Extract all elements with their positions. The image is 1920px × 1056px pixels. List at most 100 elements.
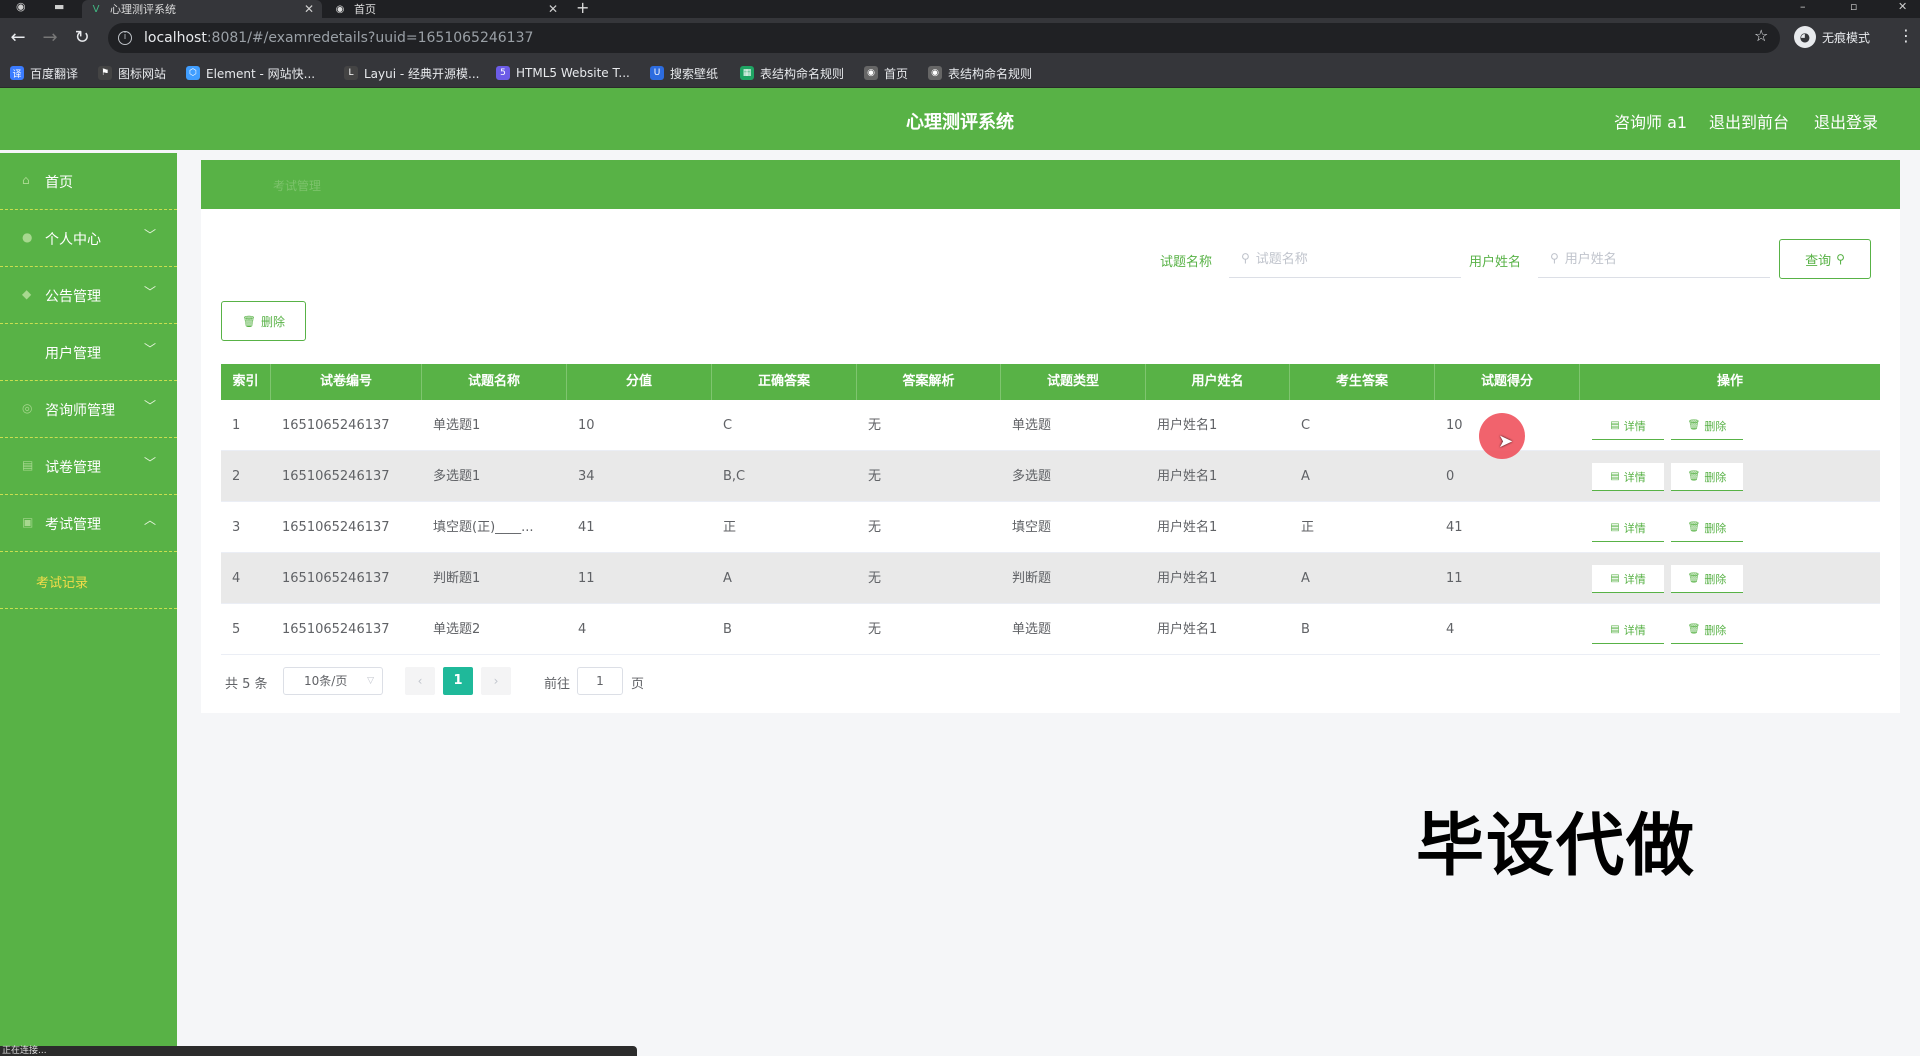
detail-button[interactable]: ▤ 详情 <box>1592 565 1664 593</box>
goto-page-input[interactable]: 1 <box>577 667 623 695</box>
row-delete-button[interactable]: 🗑︎ 删除 <box>1671 514 1743 542</box>
bookmark-item[interactable]: 译百度翻译 <box>10 64 78 82</box>
column-header: 考生答案 <box>1290 364 1435 400</box>
browser-tab-strip: ◉ ▬ V 心理测评系统 ✕ ◉ 首页 ✕ + – ▫ ✕ <box>0 0 1920 18</box>
close-icon[interactable]: ✕ <box>304 2 314 16</box>
bookmark-label: 表结构命名规则 <box>760 66 845 81</box>
user-name-placeholder: 用户姓名 <box>1564 252 1617 267</box>
goto-label: 前往 <box>544 677 571 692</box>
browser-tab-active[interactable]: V 心理测评系统 ✕ <box>82 0 322 18</box>
browser-tab-home[interactable]: ◉ 首页 ✕ <box>326 0 566 18</box>
row-delete-button[interactable]: 🗑︎ 删除 <box>1671 412 1743 440</box>
sidebar-item-label: 试卷管理 <box>45 460 101 476</box>
sidebar-item-personal[interactable]: ● 个人中心 ﹀ <box>0 210 177 267</box>
url-host: localhost <box>144 30 207 46</box>
cell-user-name: 用户姓名1 <box>1157 418 1218 433</box>
next-page-button[interactable]: › <box>481 667 511 695</box>
bookmark-star-icon[interactable]: ☆ <box>1754 26 1768 45</box>
detail-button[interactable]: ▤ 详情 <box>1592 616 1664 644</box>
chevron-down-icon: ﹀ <box>144 228 157 242</box>
question-name-input[interactable]: ⚲ 试题名称 <box>1229 238 1461 278</box>
chevron-down-icon: ▽ <box>367 676 374 686</box>
total-count: 共 5 条 <box>225 677 268 692</box>
bookmark-item[interactable]: U 搜索壁纸 <box>650 64 718 82</box>
sidebar-item-counselors[interactable]: ◎ 咨询师管理 ﹀ <box>0 381 177 438</box>
mouse-pointer-icon: ➤ <box>1498 431 1514 452</box>
sidebar-item-papers[interactable]: ▤ 试卷管理 ﹀ <box>0 438 177 495</box>
cell-paper-id: 1651065246137 <box>282 622 390 637</box>
current-page-button[interactable]: 1 <box>443 667 473 695</box>
maximize-icon[interactable]: ▫ <box>1850 0 1857 13</box>
user-name-input[interactable]: ⚲ 用户姓名 <box>1538 238 1770 278</box>
page-size-select[interactable]: 10条/页 ▽ <box>283 667 383 695</box>
row-delete-button[interactable]: 🗑︎ 删除 <box>1671 463 1743 491</box>
search-icon: ⚲ <box>1550 250 1559 265</box>
bookmark-label: 搜索壁纸 <box>670 66 719 81</box>
detail-button[interactable]: ▤ 详情 <box>1592 463 1664 491</box>
bookmark-item[interactable]: L Layui - 经典开源模... <box>344 64 479 82</box>
bookmark-item[interactable]: ◉ 表结构命名规则 <box>928 64 1032 82</box>
url-input[interactable]: i localhost:8081/#/examredetails?uuid=16… <box>108 23 1780 53</box>
cell-analysis: 无 <box>868 469 882 484</box>
bookmark-item[interactable]: 5 HTML5 Website T... <box>496 64 630 82</box>
table-row: 5 1651065246137 单选题2 4 B 无 单选题 用户姓名1 B 4… <box>221 604 1880 655</box>
delete-label: 删除 <box>1704 623 1727 637</box>
address-bar-row: ← → ↻ i localhost:8081/#/examredetails?u… <box>0 18 1920 58</box>
watermark-text: 毕设代做 <box>1416 807 1697 886</box>
breadcrumb-text: 考试管理 <box>273 179 322 193</box>
prev-page-button[interactable]: ‹ <box>405 667 435 695</box>
minimize-icon[interactable]: – <box>1800 0 1806 13</box>
trash-icon: 🗑︎ <box>1687 471 1701 482</box>
tab-search-icon[interactable]: ▬ <box>54 0 64 13</box>
sidebar-item-exams[interactable]: ▣ 考试管理 ︿ <box>0 495 177 552</box>
sidebar-item-label: 首页 <box>45 175 73 191</box>
incognito-indicator[interactable]: ◕ 无痕模式 <box>1794 25 1870 49</box>
query-button[interactable]: 查询 ⚲ <box>1779 239 1871 279</box>
cell-question-name: 单选题1 <box>433 418 481 433</box>
bookmark-item[interactable]: ⬡ Element - 网站快... <box>186 64 315 82</box>
sidebar-item-users[interactable]: 用户管理 ﹀ <box>0 324 177 381</box>
bookmark-label: Layui - 经典开源模... <box>364 66 480 81</box>
detail-button[interactable]: ▤ 详情 <box>1592 514 1664 542</box>
query-label: 查询 <box>1805 253 1832 269</box>
page-size-value: 10条/页 <box>304 674 348 688</box>
sidebar-item-notices[interactable]: ◆ 公告管理 ﹀ <box>0 267 177 324</box>
new-tab-icon[interactable]: + <box>576 0 589 18</box>
table-row: 1 1651065246137 单选题1 10 C 无 单选题 用户姓名1 C … <box>221 400 1880 451</box>
logout-link[interactable]: 退出登录 <box>1814 109 1878 133</box>
back-to-front-link[interactable]: 退出到前台 <box>1709 109 1789 133</box>
info-icon[interactable]: i <box>118 31 132 45</box>
tab-title: 首页 <box>354 3 376 16</box>
detail-button[interactable]: ▤ 详情 <box>1592 412 1664 440</box>
batch-delete-button[interactable]: 🗑︎ 删除 <box>221 301 306 341</box>
cell-question-type: 多选题 <box>1012 469 1052 484</box>
sidebar-item-home[interactable]: ⌂ 首页 <box>0 153 177 210</box>
sidebar-subitem-exam-records[interactable]: 考试记录 <box>0 552 177 609</box>
cell-user-name: 用户姓名1 <box>1157 469 1218 484</box>
reload-icon[interactable]: ↻ <box>70 26 94 50</box>
bookmark-item[interactable]: ▦ 表结构命名规则 <box>740 64 844 82</box>
column-header: 索引 <box>221 364 271 400</box>
table-row: 4 1651065246137 判断题1 11 A 无 判断题 用户姓名1 A … <box>221 553 1880 604</box>
bookmark-item[interactable]: ⚑ 图标网站 <box>98 64 166 82</box>
detail-label: 详情 <box>1623 419 1646 433</box>
document-icon: ▤ <box>1610 471 1620 482</box>
delete-label: 删除 <box>1704 419 1727 433</box>
back-icon[interactable]: ← <box>6 26 30 50</box>
browser-menu-icon[interactable]: ◉ <box>16 0 26 13</box>
row-delete-button[interactable]: 🗑︎ 删除 <box>1671 565 1743 593</box>
cell-user-name: 用户姓名1 <box>1157 520 1218 535</box>
more-menu-icon[interactable]: ⋮ <box>1898 26 1914 45</box>
chevron-down-icon: ﹀ <box>144 456 157 470</box>
chevron-down-icon: ﹀ <box>144 285 157 299</box>
cell-user-answer: 正 <box>1301 520 1315 535</box>
detail-label: 详情 <box>1623 623 1646 637</box>
column-header: 试题类型 <box>1001 364 1146 400</box>
row-delete-button[interactable]: 🗑︎ 删除 <box>1671 616 1743 644</box>
close-icon[interactable]: ✕ <box>548 2 558 16</box>
cell-question-type: 填空题 <box>1012 520 1052 535</box>
forward-icon[interactable]: → <box>38 26 62 50</box>
cell-score-value: 10 <box>578 418 595 433</box>
window-close-icon[interactable]: ✕ <box>1898 0 1907 13</box>
bookmark-item[interactable]: ◉ 首页 <box>864 64 908 82</box>
